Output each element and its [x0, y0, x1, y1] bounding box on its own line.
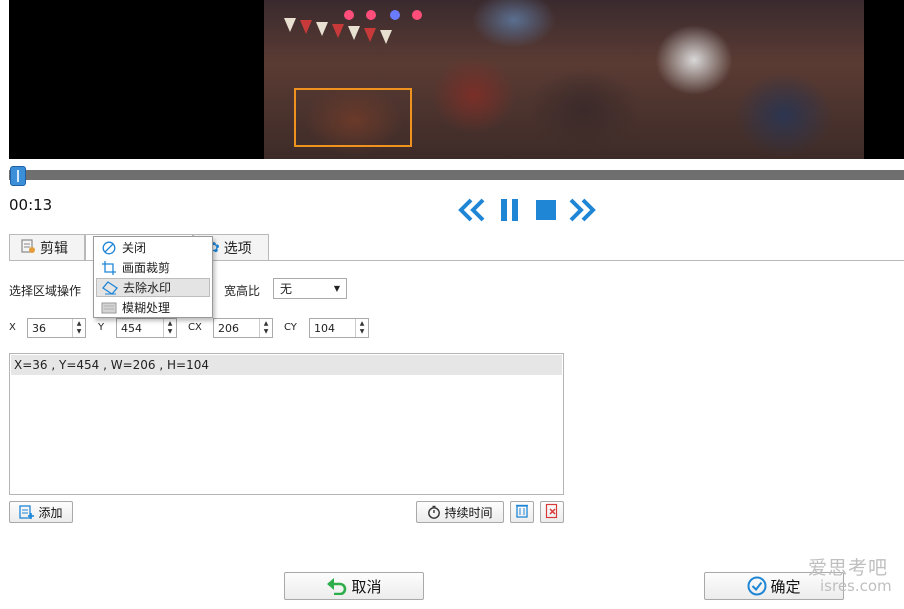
menu-item-label: 关闭: [122, 241, 147, 255]
seek-bar[interactable]: [9, 170, 904, 180]
cancel-button-label: 取消: [351, 577, 382, 596]
stop-button[interactable]: [532, 196, 560, 224]
delete-button[interactable]: [510, 501, 534, 523]
site-watermark-title: 爱思考吧: [808, 557, 889, 579]
menu-item-label: 画面裁剪: [122, 261, 171, 275]
video-preview: [9, 0, 904, 159]
clip-icon: [20, 238, 36, 258]
region-list[interactable]: X=36 , Y=454 , W=206 , H=104: [9, 353, 564, 495]
crop-icon: [96, 260, 122, 275]
dropdown-arrow-icon: ▼: [333, 284, 340, 293]
y-label: Y: [98, 322, 105, 333]
eraser-icon: [97, 280, 123, 295]
cx-value: 206: [218, 321, 239, 335]
add-button[interactable]: 添加: [9, 501, 73, 523]
y-input[interactable]: 454 ▲ ▼: [116, 318, 177, 338]
rewind-button[interactable]: [458, 196, 486, 224]
aspect-ratio-select[interactable]: 无 ▼: [273, 278, 347, 299]
aspect-ratio-label: 宽高比: [224, 284, 261, 298]
region-mode-menu[interactable]: 关闭 画面裁剪 去除水印 模糊处理: [93, 236, 213, 318]
cx-input[interactable]: 206 ▲ ▼: [213, 318, 273, 338]
cy-value: 104: [314, 321, 335, 335]
stop-icon: [536, 200, 556, 220]
cy-label: CY: [284, 322, 297, 333]
duration-button-label: 持续时间: [444, 505, 493, 520]
check-circle-icon: [747, 576, 767, 596]
stopwatch-icon: [427, 505, 441, 519]
menu-item-off[interactable]: 关闭: [96, 238, 210, 257]
menu-item-label: 去除水印: [123, 281, 172, 295]
x-value: 36: [32, 321, 46, 335]
tab-options-label: 选项: [223, 240, 252, 257]
fast-forward-button[interactable]: [568, 196, 596, 224]
spinner-arrows-icon[interactable]: ▲ ▼: [163, 319, 176, 337]
aspect-ratio-value: 无: [280, 282, 293, 296]
trash-icon: [515, 503, 529, 521]
spinner-arrows-icon[interactable]: ▲ ▼: [355, 319, 368, 337]
pause-icon: [501, 199, 518, 221]
confirm-button-label: 确定: [770, 577, 801, 596]
tab-clip-label: 剪辑: [40, 240, 68, 257]
site-watermark-url: isres.com: [820, 577, 892, 595]
duration-button[interactable]: 持续时间: [416, 501, 504, 523]
delete-file-icon: [545, 503, 559, 522]
add-button-label: 添加: [38, 505, 63, 520]
double-chevron-left-icon: [458, 198, 485, 222]
cy-input[interactable]: 104 ▲ ▼: [309, 318, 369, 338]
double-chevron-right-icon: [569, 198, 596, 222]
x-input[interactable]: 36 ▲ ▼: [27, 318, 86, 338]
current-time: 00:13: [9, 196, 53, 214]
menu-item-crop[interactable]: 画面裁剪: [96, 258, 210, 277]
list-item[interactable]: X=36 , Y=454 , W=206 , H=104: [11, 355, 562, 375]
disabled-circle-icon: [96, 241, 122, 255]
region-operation-label: 选择区域操作: [9, 284, 82, 298]
spinner-arrows-icon[interactable]: ▲ ▼: [259, 319, 272, 337]
watermark-selection-box[interactable]: [294, 88, 412, 147]
spinner-arrows-icon[interactable]: ▲ ▼: [72, 319, 85, 337]
pause-button[interactable]: [496, 196, 524, 224]
tab-clip[interactable]: 剪辑: [9, 234, 85, 260]
undo-arrow-icon: [326, 577, 348, 595]
bunting-flags: [284, 18, 392, 44]
clear-all-button[interactable]: [540, 501, 564, 523]
x-label: X: [9, 322, 16, 333]
cx-label: CX: [188, 322, 202, 333]
y-value: 454: [121, 321, 142, 335]
cancel-button[interactable]: 取消: [284, 572, 424, 600]
blur-icon: [96, 302, 122, 314]
menu-item-remove-watermark[interactable]: 去除水印: [96, 278, 210, 297]
menu-item-blur[interactable]: 模糊处理: [96, 298, 210, 317]
add-item-icon: [19, 504, 35, 520]
menu-item-label: 模糊处理: [122, 301, 171, 315]
seek-handle[interactable]: [10, 166, 26, 186]
